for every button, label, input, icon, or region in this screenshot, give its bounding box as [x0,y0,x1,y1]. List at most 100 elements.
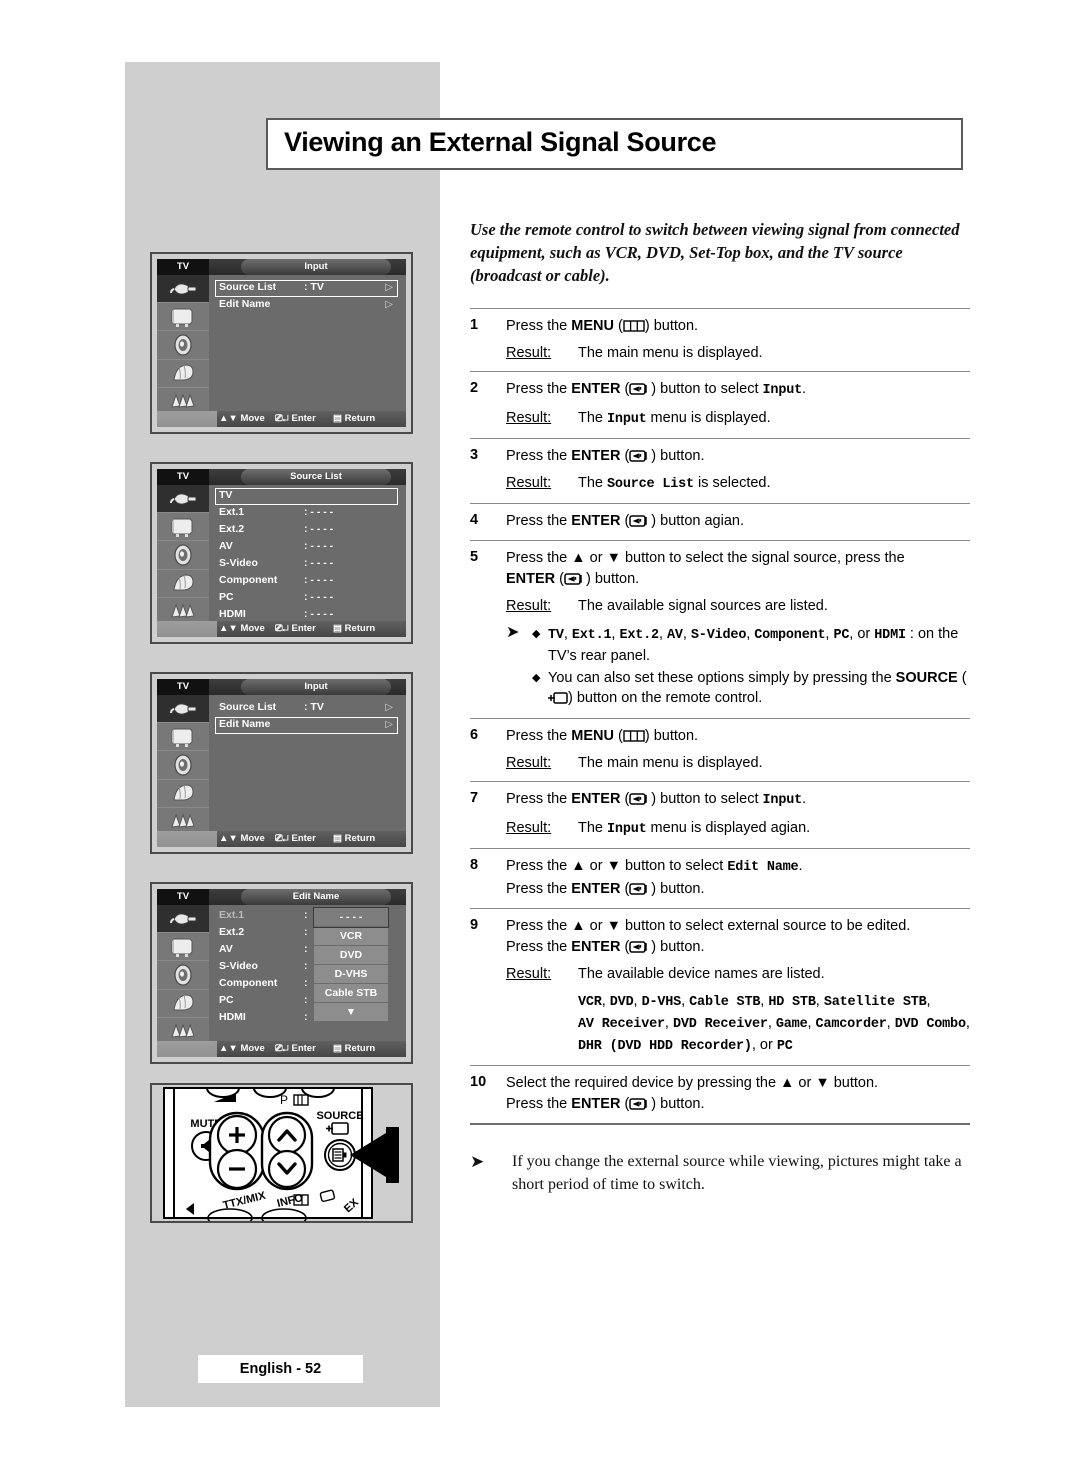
step-row: 3 Press the ENTER () button. Result: The So… [470,439,970,503]
osd-icon-input[interactable] [157,485,209,514]
step-line: Press the ENTER () button. [506,448,705,464]
osd-menu-item[interactable]: S-Video: - - - - [209,556,406,573]
osd-dropdown-item[interactable]: Cable STB [314,984,388,1003]
osd-icon-setup[interactable] [157,989,209,1018]
chevron-right-icon: ▷ [385,282,393,293]
osd-menu-item[interactable]: Ext.2: - - - - [209,522,406,539]
osd-device-dropdown[interactable]: - - - - VCR DVD D-VHS Cable STB ▼ [313,907,389,1021]
step-result: Result: The Source List is selected. [506,473,970,495]
step-body: Press the ENTER () button to select Inpu… [506,379,970,430]
step-row: 10 Select the required device by pressing… [470,1066,970,1123]
osd-icon-column [157,695,209,836]
osd-menu-item[interactable]: TV [215,488,398,505]
osd-menu-item[interactable]: Edit Name ▷ [209,297,406,314]
osd-item-label: Ext.2 [219,523,245,535]
osd-screen: TV Edit Name Ext.1: Ext.2: AV: S-Video: Compon… [157,889,406,1057]
enter-icon [629,1098,648,1110]
osd-item-value: : TV [304,281,324,293]
osd-menu-item[interactable]: Edit Name ▷ [215,717,398,734]
osd-item-value: : [304,926,308,938]
osd-caption: Input [241,679,391,695]
final-note: ➤ If you change the external source whil… [470,1150,970,1196]
osd-icon-input[interactable] [157,695,209,724]
osd-icon-setup[interactable] [157,569,209,598]
step-line: Press the ENTER () button. [506,1096,705,1112]
osd-item-label: Component [219,574,278,586]
result-text: The main menu is displayed. [578,345,763,361]
osd-item-label: Source List [219,281,277,293]
osd-screen: TV Source List TV Ext.1: - - - - Ext.2: - - … [157,469,406,637]
osd-item-label: Ext.1 [219,909,245,921]
step-line: Press the MENU () button. [506,728,699,744]
osd-hint-return: ▤ Return [333,623,376,634]
osd-menu-body: Ext.1: Ext.2: AV: S-Video: Component: PC: HDMI… [209,905,406,1041]
intro-paragraph: Use the remote control to switch between… [470,220,960,285]
osd-hint-move: ▲▼ Move [219,1043,265,1054]
enter-icon [629,515,648,527]
osd-dropdown-item[interactable]: DVD [314,946,388,965]
osd-icon-input[interactable] [157,905,209,934]
osd-item-value: : [304,994,308,1006]
steps-list: 1 Press the MENU () button. Result: The mai… [470,308,970,1125]
osd-icon-sound[interactable] [157,751,209,780]
osd-icon-input[interactable] [157,275,209,304]
osd-item-label: Edit Name [219,298,271,310]
osd-menu-item[interactable]: Component: - - - - [209,573,406,590]
step-number: 6 [470,727,479,743]
osd-item-label: Ext.1 [219,506,245,518]
osd-icon-column [157,275,209,416]
osd-dropdown-item[interactable]: VCR [314,927,388,946]
osd-icon-picture[interactable] [157,933,209,962]
osd-item-label: PC [219,994,234,1006]
osd-menu-item[interactable]: Ext.1: - - - - [209,505,406,522]
result-label: Result: [506,345,552,361]
osd-panel-input-1: TV Input Source List: TV ▷ Edit Name ▷ ▲▼ Move… [150,252,413,434]
osd-dropdown-item[interactable]: ▼ [314,1003,388,1021]
osd-icon-picture[interactable] [157,303,209,332]
step-body: Press the ▲ or ▼ button to select extern… [506,916,970,1057]
osd-item-value: : - - - - [304,557,334,569]
step-body: Press the ENTER () button to select Inpu… [506,789,970,840]
osd-menu-item[interactable]: AV: - - - - [209,539,406,556]
step-line: Press the ENTER () button to select Inpu… [506,791,807,808]
osd-dropdown-item[interactable]: D-VHS [314,965,388,984]
osd-icon-picture[interactable] [157,723,209,752]
step-number: 9 [470,917,479,933]
menu-icon [623,730,645,742]
osd-menu-item[interactable]: PC: - - - - [209,590,406,607]
result-text: The Source List is selected. [578,475,771,492]
step-result: Result: The available device names are li… [506,964,970,984]
osd-menu-item[interactable]: Source List: TV ▷ [209,700,406,717]
result-text: The Input menu is displayed agian. [578,820,811,837]
osd-panel-edit-name: TV Edit Name Ext.1: Ext.2: AV: S-Video: Compon… [150,882,413,1064]
osd-icon-sound[interactable] [157,961,209,990]
osd-item-label: TV [219,489,233,501]
osd-item-value: : [304,943,308,955]
osd-panel-source-list: TV Source List TV Ext.1: - - - - Ext.2: - - … [150,462,413,644]
step-line: Press the ▲ or ▼ button to select extern… [506,918,911,934]
osd-hint-return: ▤ Return [333,1043,376,1054]
step-line: Press the ▲ or ▼ button to select the si… [506,550,905,566]
osd-icon-sound[interactable] [157,541,209,570]
osd-item-label: AV [219,540,233,552]
step-divider [470,1123,970,1125]
osd-icon-picture[interactable] [157,513,209,542]
osd-menu-item[interactable]: Source List : TV ▷ [215,280,398,297]
enter-icon [629,941,648,953]
osd-hint-bar: ▲▼ Move ⎚↵ Enter ▤ Return [157,1041,406,1057]
remote-source-label: SOURCE [316,1110,363,1122]
step-line: Select the required device by pressing t… [506,1075,879,1091]
step-row: 7 Press the ENTER () button to select Inp… [470,782,970,848]
source-icon [548,692,568,704]
result-text: The available device names are listed. [578,966,825,982]
osd-icon-sound[interactable] [157,331,209,360]
osd-hint-bar: ▲▼ Move ⎚↵ Enter ▤ Return [157,621,406,637]
step-row: 5 Press the ▲ or ▼ button to select the s… [470,541,970,718]
enter-icon [564,573,582,585]
osd-dropdown-item[interactable]: - - - - [313,907,389,928]
osd-icon-setup[interactable] [157,779,209,808]
remote-control-illustration: MUTE P SOURCE TTX/MIX INFO EX [150,1083,413,1228]
osd-icon-setup[interactable] [157,359,209,388]
step-body: Press the ENTER () button. Result: The Sou… [506,446,970,495]
osd-hint-move: ▲▼ Move [219,413,265,424]
